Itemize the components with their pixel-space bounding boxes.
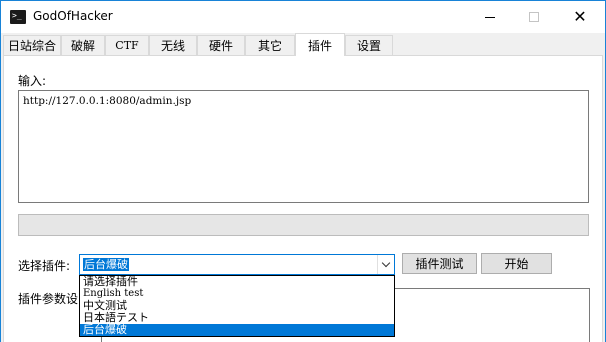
select-plugin-label: 选择插件: [18,259,71,273]
tab-plugins[interactable]: 插件 [295,33,345,56]
tab-site-overview[interactable]: 日站综合 [3,35,61,55]
dropdown-option[interactable]: 请选择插件 [80,276,394,288]
tab-hardware[interactable]: 硬件 [197,35,245,55]
tab-settings[interactable]: 设置 [345,35,393,55]
terminal-icon: >_ [10,10,26,24]
dropdown-option[interactable]: 日本語テスト [80,312,394,324]
close-icon: ✕ [573,7,587,26]
tab-other[interactable]: 其它 [245,35,295,55]
start-button[interactable]: 开始 [481,253,552,274]
plugin-panel: 输入: http://127.0.0.1:8080/admin.jsp 选择插件… [3,55,603,342]
tab-wireless[interactable]: 无线 [149,35,197,55]
plugin-select-value: 后台爆破 [83,258,129,271]
maximize-icon [529,12,539,22]
plugin-select[interactable]: 后台爆破 [79,254,395,275]
minimize-icon [485,16,495,18]
plugin-params-label: 插件参数设 [18,292,79,306]
dropdown-option-selected[interactable]: 后台爆破 [80,324,394,336]
plugin-test-button[interactable]: 插件测试 [402,253,477,274]
progress-bar [18,214,589,236]
tab-strip: 日站综合 破解 CTF 无线 硬件 其它 插件 设置 [1,33,605,56]
chevron-down-icon [381,258,391,268]
title-bar[interactable]: >_ GodOfHacker ✕ [1,1,605,33]
dropdown-option[interactable]: English test [80,288,394,300]
maximize-button[interactable] [511,1,557,33]
close-button[interactable]: ✕ [557,1,603,33]
plugin-dropdown-list[interactable]: 请选择插件 English test 中文测试 日本語テスト 后台爆破 [79,275,395,337]
app-window: >_ GodOfHacker ✕ 日站综合 破解 CTF 无线 硬件 其它 插件… [0,0,606,342]
terminal-icon-glyph: >_ [12,11,22,20]
tab-crack[interactable]: 破解 [61,35,105,55]
plugin-select-toggle[interactable] [377,255,394,274]
minimize-button[interactable] [467,1,513,33]
window-title: GodOfHacker [33,9,113,23]
url-input[interactable]: http://127.0.0.1:8080/admin.jsp [18,90,589,203]
input-label: 输入: [18,74,47,88]
tab-ctf[interactable]: CTF [105,35,149,55]
